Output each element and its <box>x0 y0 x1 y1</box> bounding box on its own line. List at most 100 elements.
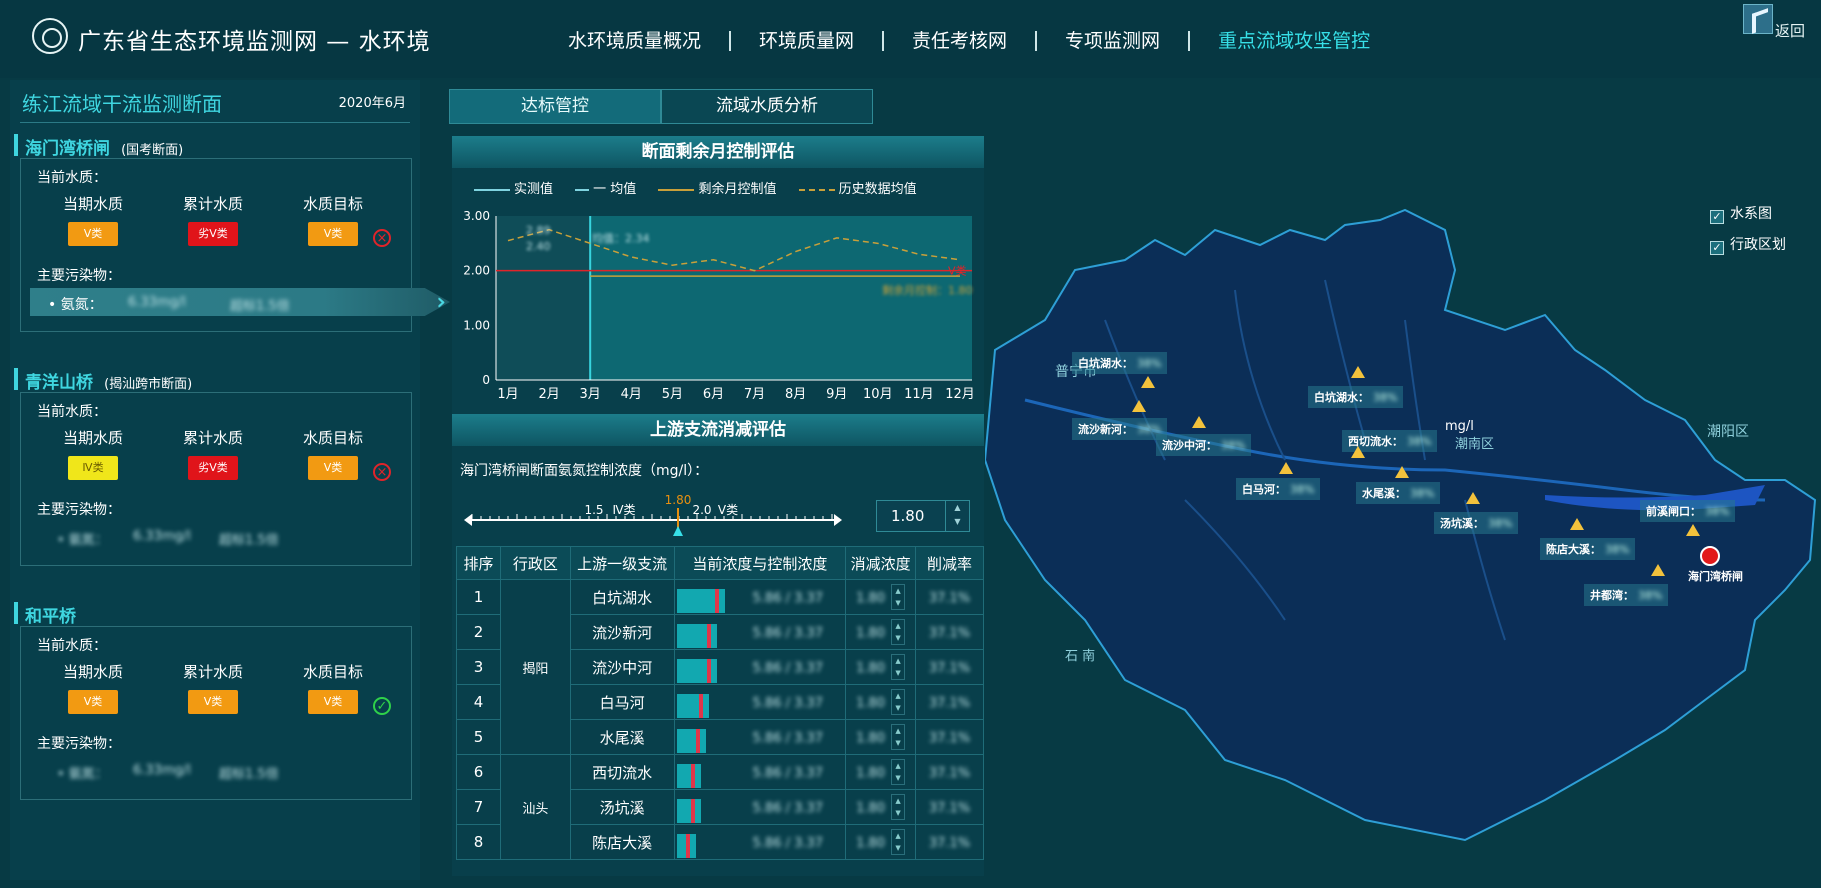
row-concentration: 5.86 / 3.37 <box>673 754 847 790</box>
station-marker-icon[interactable] <box>1466 492 1480 504</box>
concentration-value: 5.86 / 3.37 <box>752 731 824 746</box>
layer-admin[interactable]: ✓ 行政区划 <box>1710 234 1786 255</box>
region-cell: 揭阳 <box>499 579 571 755</box>
concentration-bar <box>676 729 706 753</box>
map-station-label[interactable]: 前溪闸口： 38% <box>1640 500 1736 522</box>
nav-overview[interactable]: 水环境质量概况 <box>540 31 732 51</box>
pollutant-value: 6.33mg/l <box>128 295 186 310</box>
pollutant-name: • 氨氮： <box>57 767 108 782</box>
x-tick-label: 7月 <box>744 387 765 402</box>
nav-assessment-network[interactable]: 责任考核网 <box>884 31 1038 51</box>
layer-water-system[interactable]: ✓ 水系图 <box>1710 203 1786 224</box>
row-stepper-icon[interactable]: ▲ ▼ <box>891 794 906 820</box>
nav-special-network[interactable]: 专项监测网 <box>1037 31 1191 51</box>
legend-measured: 实测值 <box>474 182 553 197</box>
station-marker-icon[interactable] <box>1570 518 1584 530</box>
row-concentration: 5.86 / 3.37 <box>673 789 847 825</box>
tab-basin-analysis[interactable]: 流域水质分析 <box>661 89 873 124</box>
row-rank: 1 <box>456 579 501 615</box>
map-station-label[interactable]: 流沙新河： 38% <box>1072 418 1168 440</box>
station-marker-icon[interactable] <box>1395 466 1409 478</box>
target-badge: Ⅴ类 <box>308 690 358 714</box>
row-stepper-icon[interactable]: ▲ ▼ <box>891 759 906 785</box>
tab-compliance[interactable]: 达标管控 <box>449 89 661 124</box>
x-tick-label: 10月 <box>863 387 893 402</box>
x-tick-label: 1月 <box>497 387 518 402</box>
rate-value: 37.1% <box>928 591 971 606</box>
table-row[interactable]: 6 汕头 西切流水 5.86 / 3.37 1.80 ▲ ▼ 37.1% <box>456 754 984 860</box>
row-reduction[interactable]: 1.80 ▲ ▼ <box>845 789 917 825</box>
slider-handle[interactable] <box>673 526 683 536</box>
table-row[interactable]: 1 揭阳 白坑湖水 5.86 / 3.37 1.80 ▲ ▼ 37.1% <box>456 579 984 755</box>
control-marker <box>698 694 703 718</box>
map-station-label[interactable]: 流沙中河： 38% <box>1156 434 1252 456</box>
station-marker-icon[interactable] <box>1141 376 1155 388</box>
row-rate: 37.1% <box>915 719 984 755</box>
back-button[interactable]: 返回 <box>1743 4 1811 40</box>
row-rate: 37.1% <box>915 824 984 860</box>
pollutant-row-selected[interactable]: • 氨氮： 6.33mg/l 超标1.5倍 ›› <box>30 288 450 316</box>
current-quality-label: 当前水质： <box>37 170 107 186</box>
concentration-value: 5.86 / 3.37 <box>752 766 824 781</box>
control-marker <box>690 764 695 788</box>
station-marker-icon[interactable] <box>1279 462 1293 474</box>
row-stepper-icon[interactable]: ▲ ▼ <box>891 619 906 645</box>
row-stepper-icon[interactable]: ▲ ▼ <box>891 724 906 750</box>
concentration-slider[interactable]: 1.80 1.5 Ⅳ类 2.0 Ⅴ类 <box>462 488 844 538</box>
row-reduction[interactable]: 1.80 ▲ ▼ <box>845 649 917 685</box>
map-station-label[interactable]: 陈店大溪： 38% <box>1540 538 1636 560</box>
app-title: 广东省生态环境监测网 — 水环境 <box>78 29 431 55</box>
row-reduction[interactable]: 1.80 ▲ ▼ <box>845 719 917 755</box>
map-station-label[interactable]: 汤坑溪： 38% <box>1434 512 1519 534</box>
row-concentration: 5.86 / 3.37 <box>673 649 847 685</box>
x-tick-label: 11月 <box>904 387 934 402</box>
stepper-buttons[interactable]: ▲ ▼ <box>945 501 969 531</box>
row-stepper-icon[interactable]: ▲ ▼ <box>891 829 906 855</box>
map-station-label[interactable]: 白坑湖水： 38% <box>1072 352 1168 374</box>
met-check-icon: ✓ <box>373 697 391 715</box>
row-reduction[interactable]: 1.80 ▲ ▼ <box>845 579 917 615</box>
row-concentration: 5.86 / 3.37 <box>673 614 847 650</box>
nav-key-basin[interactable]: 重点流域攻坚管控 <box>1190 31 1398 51</box>
map-station-label[interactable]: 井都湾： 38% <box>1584 584 1669 606</box>
reduction-value: 1.80 <box>856 660 886 676</box>
col-rate: 削减率 <box>915 546 984 580</box>
station-marker-icon[interactable] <box>1132 400 1146 412</box>
station-marker-icon[interactable] <box>1351 366 1365 378</box>
map-station-label[interactable]: 白马河： 38% <box>1236 478 1321 500</box>
row-reduction[interactable]: 1.80 ▲ ▼ <box>845 824 917 860</box>
tributary-table: 排序 行政区 上游一级支流 当前浓度与控制浓度 消减浓度 削减率 1 揭阳 白坑湖水… <box>456 546 984 860</box>
reduction-value: 1.80 <box>856 800 886 816</box>
row-tributary: 汤坑溪 <box>569 789 675 825</box>
row-stepper-icon[interactable]: ▲ ▼ <box>891 584 906 610</box>
target-station-marker[interactable] <box>1700 546 1720 566</box>
concentration-stepper[interactable]: 1.80 ▲ ▼ <box>876 500 970 532</box>
row-reduction[interactable]: 1.80 ▲ ▼ <box>845 754 917 790</box>
row-stepper-icon[interactable]: ▲ ▼ <box>891 654 906 680</box>
concentration-value: 5.86 / 3.37 <box>752 696 824 711</box>
station-marker-icon[interactable] <box>1192 416 1206 428</box>
station-rate: 38% <box>1137 357 1162 370</box>
checkbox-checked-icon[interactable]: ✓ <box>1710 210 1724 224</box>
row-reduction[interactable]: 1.80 ▲ ▼ <box>845 684 917 720</box>
nav-quality-network[interactable]: 环境质量网 <box>731 31 885 51</box>
cumulative-quality: 累计水质 Ⅴ类 <box>173 661 253 714</box>
map-station-label[interactable]: 白坑湖水： 38% <box>1308 386 1404 408</box>
slider-tick-1-5: 1.5 <box>584 503 603 517</box>
panel-title: 练江流域干流监测断面 <box>22 92 222 116</box>
concentration-value: 5.86 / 3.37 <box>752 591 824 606</box>
concentration-bar <box>676 659 717 683</box>
period-badge: Ⅳ类 <box>68 456 118 480</box>
station-marker-icon[interactable] <box>1351 446 1365 458</box>
target-label: 水质目标 <box>302 663 363 681</box>
chart-data-label: 剩余月控制：1.80 <box>882 283 973 297</box>
map-station-label[interactable]: 水尾溪： 38% <box>1356 482 1441 504</box>
checkbox-checked-icon[interactable]: ✓ <box>1710 241 1724 255</box>
station-name: 海门湾桥闸 <box>25 139 110 159</box>
station-marker-icon[interactable] <box>1686 524 1700 536</box>
x-tick-label: 12月 <box>945 387 975 402</box>
row-reduction[interactable]: 1.80 ▲ ▼ <box>845 614 917 650</box>
station-marker-icon[interactable] <box>1651 564 1665 576</box>
row-stepper-icon[interactable]: ▲ ▼ <box>891 689 906 715</box>
row-tributary: 西切流水 <box>569 754 675 790</box>
